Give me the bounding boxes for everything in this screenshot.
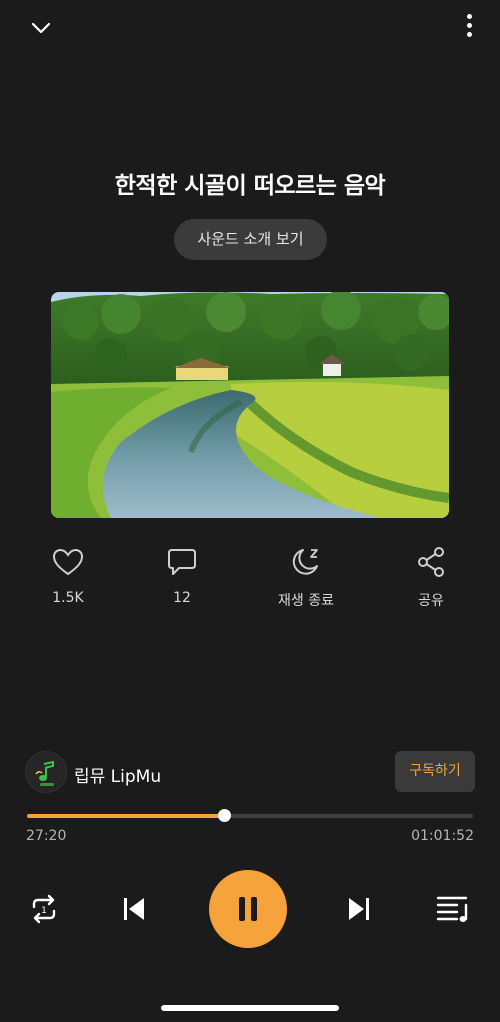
repeat-one-icon: 1 — [32, 894, 56, 924]
total-time: 01:01:52 — [411, 828, 474, 844]
channel-avatar[interactable] — [25, 751, 67, 793]
play-pause-button[interactable] — [209, 870, 287, 948]
collapse-button[interactable] — [26, 14, 56, 42]
track-title: 한적한 시골이 떠오르는 음악 — [114, 173, 386, 199]
svg-text:1: 1 — [41, 906, 47, 916]
sleep-moon-icon — [292, 549, 318, 575]
share-button[interactable]: 공유 — [381, 542, 481, 610]
share-icon — [418, 547, 444, 577]
playback-progress-bar[interactable] — [27, 809, 473, 822]
comment-button[interactable]: 12 — [132, 542, 232, 606]
playlist-icon — [436, 896, 468, 922]
progress-thumb[interactable] — [218, 809, 232, 822]
previous-button[interactable] — [114, 889, 154, 929]
home-indicator — [161, 1005, 339, 1011]
like-button[interactable]: 1.5K — [18, 542, 118, 606]
channel-name[interactable]: 립뮤 LipMu — [74, 762, 161, 787]
more-options-button[interactable] — [466, 14, 472, 42]
comment-count: 12 — [173, 590, 191, 606]
channel-row: 립뮤 LipMu 구독하기 — [25, 750, 475, 794]
like-count: 1.5K — [52, 590, 84, 606]
share-label: 공유 — [418, 593, 444, 609]
chevron-down-icon — [31, 22, 51, 34]
music-note-logo-icon — [26, 752, 66, 792]
track-artwork — [51, 292, 449, 518]
playback-controls: 1 — [0, 870, 500, 948]
skip-previous-icon — [124, 898, 144, 920]
current-time: 27:20 — [26, 828, 67, 844]
repeat-button[interactable]: 1 — [24, 889, 64, 929]
more-vertical-icon — [466, 14, 472, 37]
heart-icon — [52, 548, 84, 576]
sleep-timer-button[interactable]: 재생 종료 — [256, 542, 356, 610]
sleep-timer-label: 재생 종료 — [278, 593, 334, 609]
comment-icon — [168, 549, 196, 575]
progress-fill — [27, 814, 225, 818]
subscribe-button[interactable]: 구독하기 — [395, 751, 475, 792]
playlist-button[interactable] — [432, 889, 474, 929]
skip-next-icon — [349, 898, 369, 920]
sound-intro-button[interactable]: 사운드 소개 보기 — [174, 219, 327, 260]
pause-icon — [239, 897, 257, 921]
top-bar — [0, 0, 500, 56]
action-row: 1.5K 12 재생 종료 공유 — [0, 542, 500, 612]
next-button[interactable] — [339, 889, 379, 929]
